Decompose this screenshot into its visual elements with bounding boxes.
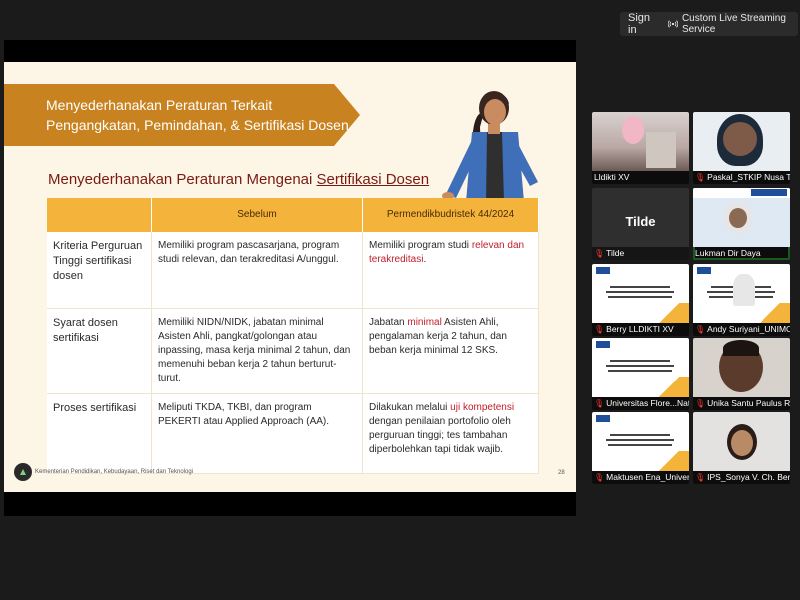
heading-text: Menyederhanakan Peraturan Mengenai: [48, 171, 317, 188]
participant-tile[interactable]: 🎙Maktusen Ena_Universi...: [592, 412, 689, 484]
table-header-criteria: [47, 198, 152, 232]
participant-video: [693, 412, 790, 471]
participant-label: 🎙 IPS_Sonya V. Ch. Benu: [693, 471, 790, 484]
table-row: Proses sertifikasi Meliputi TKDA, TKBI, …: [47, 393, 539, 474]
participant-name: Berry LLDIKTI XV: [606, 324, 674, 334]
participant-video: [592, 112, 689, 171]
participant-label: 🎙 Andy Suriyani_UNIMOF: [693, 323, 790, 336]
presentation-slide: Menyederhanakan Peraturan Terkait Pengan…: [4, 62, 576, 492]
row-before: Meliputi TKDA, TKBI, dan program PEKERTI…: [151, 393, 363, 474]
participant-name: Maktusen Ena_Universi...: [606, 472, 689, 482]
participant-name: Andy Suriyani_UNIMOF: [707, 324, 790, 334]
shared-screen: Menyederhanakan Peraturan Terkait Pengan…: [4, 40, 576, 516]
participant-name: Lldikti XV: [594, 172, 630, 182]
participant-tile[interactable]: 🎙 Berry LLDIKTI XV: [592, 264, 689, 336]
row-after: Dilakukan melalui uji kompetensi dengan …: [362, 393, 539, 474]
participant-video: [693, 338, 790, 397]
muted-mic-icon: 🎙: [594, 399, 605, 408]
participant-tile[interactable]: 🎙Paskal_STKIP Nusa Tim...: [693, 112, 790, 184]
row-criteria: Kriteria Perguruan Tinggi sertifikasi do…: [47, 232, 152, 309]
shared-slide-thumbnail: [592, 412, 689, 471]
muted-mic-icon: 🎙: [695, 325, 706, 334]
muted-mic-icon: 🎙: [594, 249, 605, 258]
after-text: Dilakukan melalui: [369, 401, 451, 413]
participant-name: Unika Santu Paulus Ru...: [707, 398, 790, 408]
shared-slide-thumbnail: [693, 264, 790, 323]
after-text-end: .: [423, 254, 427, 265]
row-before: Memiliki NIDN/NIDK, jabatan minimal Asis…: [151, 308, 363, 394]
participant-label: 🎙 Berry LLDIKTI XV: [592, 323, 689, 336]
after-text-end: dengan penilaian portofolio oleh perguru…: [369, 415, 511, 455]
heading-underlined-text: Sertifikasi Dosen: [316, 171, 430, 188]
row-after: Memiliki program studi relevan dan terak…: [362, 232, 539, 309]
after-text: Memiliki program studi: [369, 240, 472, 251]
pointing-woman-illustration: [442, 91, 538, 202]
sign-in-button[interactable]: Sign in: [620, 12, 664, 36]
slide-page-number: 28: [558, 470, 565, 476]
participant-label: 🎙Maktusen Ena_Universi...: [592, 471, 689, 484]
after-highlight: uji kompetensi: [450, 401, 515, 413]
participant-name: Tilde: [606, 248, 625, 258]
row-after: Jabatan minimal Asisten Ahli, pengalaman…: [362, 308, 539, 394]
participant-tile[interactable]: 🎙 Andy Suriyani_UNIMOF: [693, 264, 790, 336]
live-streaming-label: Custom Live Streaming Service: [681, 13, 786, 35]
comparison-table: Sebelum Permendikbudristek 44/2024 Krite…: [47, 198, 539, 474]
row-before: Memiliki program pascasarjana, program s…: [151, 232, 363, 309]
participant-label: Lldikti XV: [592, 171, 689, 184]
table-row: Kriteria Perguruan Tinggi sertifikasi do…: [47, 232, 539, 309]
participant-tile-active-speaker[interactable]: Lukman Dir Daya: [693, 188, 790, 260]
muted-mic-icon: 🎙: [695, 473, 706, 482]
participant-tile[interactable]: 🎙 IPS_Sonya V. Ch. Benu: [693, 412, 790, 484]
muted-mic-icon: 🎙: [594, 473, 605, 482]
participant-name: Lukman Dir Daya: [695, 248, 761, 258]
table-header-before: Sebelum: [151, 198, 363, 232]
banner-line-2: Pengangkatan, Pemindahan, & Sertifikasi …: [46, 117, 349, 133]
participant-label: Lukman Dir Daya: [693, 247, 790, 260]
participant-label: 🎙Unika Santu Paulus Ru...: [693, 397, 790, 410]
participant-avatar-name: Tilde: [625, 214, 656, 229]
participant-label: 🎙 Universitas Flore...Nat...: [592, 397, 689, 410]
row-criteria: Proses sertifikasi: [47, 393, 152, 474]
shared-slide-thumbnail: [592, 338, 689, 397]
participant-name: IPS_Sonya V. Ch. Benu: [707, 472, 790, 482]
muted-mic-icon: 🎙: [695, 399, 706, 408]
after-highlight: minimal: [407, 316, 442, 328]
participant-name: Paskal_STKIP Nusa Tim...: [707, 172, 790, 182]
broadcast-icon: [668, 20, 678, 28]
participant-tile[interactable]: Tilde 🎙 Tilde: [592, 188, 689, 260]
participant-tile[interactable]: 🎙 Universitas Flore...Nat...: [592, 338, 689, 410]
shared-slide-thumbnail: [592, 264, 689, 323]
slide-heading: Menyederhanakan Peraturan Mengenai Serti…: [48, 171, 429, 188]
slide-footer: Kementerian Pendidikan, Kebudayaan, Rise…: [14, 463, 193, 481]
banner-title: Menyederhanakan Peraturan Terkait Pengan…: [46, 95, 349, 135]
participant-name: Universitas Flore...Nat...: [606, 398, 689, 408]
participant-video: [693, 112, 790, 171]
live-streaming-button[interactable]: Custom Live Streaming Service: [664, 12, 798, 36]
participant-label: 🎙 Tilde: [592, 247, 689, 260]
participant-tile[interactable]: 🎙Unika Santu Paulus Ru...: [693, 338, 790, 410]
after-text: Jabatan: [369, 316, 408, 328]
muted-mic-icon: 🎙: [695, 173, 706, 182]
participant-tile[interactable]: Lldikti XV: [592, 112, 689, 184]
table-header-new-regulation: Permendikbudristek 44/2024: [362, 198, 539, 232]
table-header-row: Sebelum Permendikbudristek 44/2024: [47, 198, 539, 232]
row-criteria: Syarat dosen sertifikasi: [47, 308, 152, 394]
banner-line-1: Menyederhanakan Peraturan Terkait: [46, 97, 273, 113]
muted-mic-icon: 🎙: [594, 325, 605, 334]
top-bar: Sign in Custom Live Streaming Service: [620, 12, 798, 36]
slide-banner: Menyederhanakan Peraturan Terkait Pengan…: [4, 84, 360, 146]
table-row: Syarat dosen sertifikasi Memiliki NIDN/N…: [47, 308, 539, 394]
footer-text: Kementerian Pendidikan, Kebudayaan, Rise…: [35, 469, 193, 475]
participant-video: [693, 188, 790, 247]
participant-label: 🎙Paskal_STKIP Nusa Tim...: [693, 171, 790, 184]
ministry-logo-icon: [14, 463, 32, 481]
